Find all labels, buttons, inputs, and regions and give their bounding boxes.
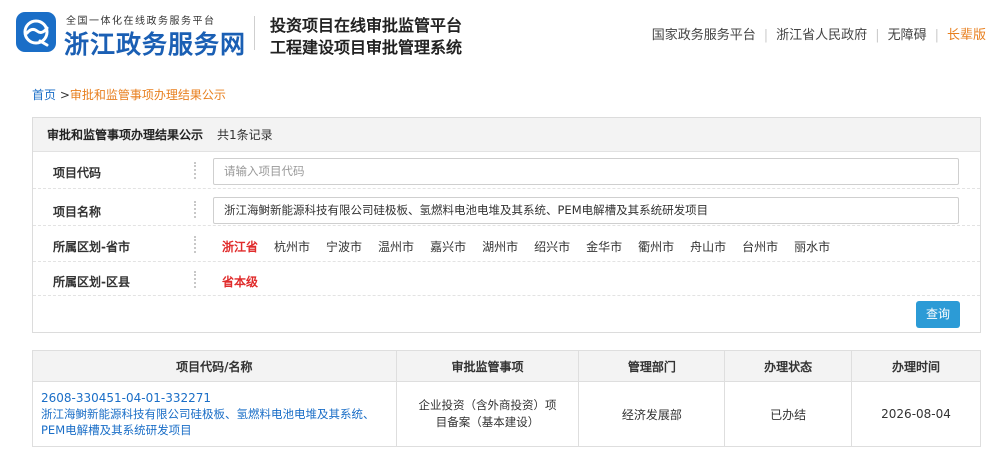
city-option-taizhou[interactable]: 台州市 xyxy=(742,240,778,254)
link-accessibility[interactable]: 无障碍 xyxy=(888,28,927,43)
header-project-code-name: 项目代码/名称 xyxy=(32,350,397,382)
county-option-provincial[interactable]: 省本级 xyxy=(222,273,258,290)
row-divider xyxy=(194,271,196,288)
status-cell: 已办结 xyxy=(724,381,853,447)
header-divider xyxy=(254,16,255,50)
city-option-jiaxing[interactable]: 嘉兴市 xyxy=(430,240,466,254)
record-count: 共1条记录 xyxy=(217,128,273,142)
site-header: 全国一体化在线政务服务平台 浙江政务服务网 投资项目在线审批监管平台 工程建设项… xyxy=(0,0,1000,68)
project-code-input[interactable]: 请输入项目代码 xyxy=(213,158,959,185)
results-table: 项目代码/名称 审批监管事项 管理部门 办理状态 办理时间 2608-33045… xyxy=(32,350,981,447)
logo-icon[interactable] xyxy=(16,12,56,52)
link-separator: | xyxy=(763,28,769,43)
breadcrumb-home[interactable]: 首页 xyxy=(32,88,56,102)
link-separator: | xyxy=(934,28,939,43)
link-national-platform[interactable]: 国家政务服务平台 xyxy=(652,28,756,43)
project-name-link[interactable]: 浙江海鲥新能源科技有限公司硅极板、氢燃料电池电堆及其系统、PEM电解槽及其系统研… xyxy=(41,406,388,438)
city-option-quzhou[interactable]: 衢州市 xyxy=(638,240,674,254)
row-divider xyxy=(194,201,196,218)
city-option-lishui[interactable]: 丽水市 xyxy=(794,240,830,254)
header-status: 办理状态 xyxy=(724,350,853,382)
city-option-jinhua[interactable]: 金华市 xyxy=(586,240,622,254)
city-option-zhejiang[interactable]: 浙江省 xyxy=(222,240,258,254)
project-code-link[interactable]: 2608-330451-04-01-332271 xyxy=(41,390,388,406)
row-project-name: 项目名称 浙江海鲥新能源科技有限公司硅极板、氢燃料电池电堆及其系统、PEM电解槽… xyxy=(33,189,980,226)
region-county-label: 所属区划-区县 xyxy=(53,275,130,289)
region-city-label: 所属区划-省市 xyxy=(53,240,130,254)
header-approval-matter: 审批监管事项 xyxy=(395,350,580,382)
row-divider xyxy=(194,162,196,179)
top-links: 国家政务服务平台 | 浙江省人民政府 | 无障碍 | 长辈版 xyxy=(652,24,986,43)
row-project-code: 项目代码 请输入项目代码 xyxy=(33,152,980,189)
city-option-zhoushan[interactable]: 舟山市 xyxy=(690,240,726,254)
row-region-city: 所属区划-省市 浙江省 杭州市 宁波市 温州市 嘉兴市 湖州市 绍兴市 金华市 衢州市 舟山市 台州… xyxy=(33,226,980,262)
search-panel: 审批和监管事项办理结果公示 共1条记录 项目代码 请输入项目代码 项目名称 浙江海… xyxy=(32,117,981,333)
system-title-line1: 投资项目在线审批监管平台 xyxy=(270,16,463,35)
panel-title: 审批和监管事项办理结果公示 xyxy=(47,128,204,142)
breadcrumb: 首页 >审批和监管事项办理结果公示 xyxy=(32,86,226,103)
link-elder-version[interactable]: 长辈版 xyxy=(947,28,986,43)
system-title-line2: 工程建设项目审批管理系统 xyxy=(270,38,463,57)
link-separator: | xyxy=(875,28,880,43)
logo-title[interactable]: 浙江政务服务网 xyxy=(64,25,246,61)
panel-header: 审批和监管事项办理结果公示 共1条记录 xyxy=(33,118,980,152)
city-option-wenzhou[interactable]: 温州市 xyxy=(378,240,414,254)
department-cell: 经济发展部 xyxy=(578,381,726,447)
table-row: 2608-330451-04-01-332271 浙江海鲥新能源科技有限公司硅极… xyxy=(32,381,981,447)
row-region-county: 所属区划-区县 省本级 xyxy=(33,262,980,296)
breadcrumb-separator: > xyxy=(59,88,70,102)
approval-matter-cell: 企业投资（含外商投资）项目备案（基本建设） xyxy=(395,381,580,447)
header-department: 管理部门 xyxy=(578,350,726,382)
project-name-input[interactable]: 浙江海鲥新能源科技有限公司硅极板、氢燃料电池电堆及其系统、PEM电解槽及其系统研… xyxy=(213,197,959,224)
project-name-label: 项目名称 xyxy=(53,205,102,219)
query-button[interactable]: 查询 xyxy=(916,301,960,328)
date-cell: 2026-08-04 xyxy=(851,381,981,447)
row-divider xyxy=(194,236,196,253)
city-option-hangzhou[interactable]: 杭州市 xyxy=(274,240,310,254)
header-handle-time: 办理时间 xyxy=(851,350,981,382)
project-code-label: 项目代码 xyxy=(53,166,102,180)
table-header-row: 项目代码/名称 审批监管事项 管理部门 办理状态 办理时间 xyxy=(32,350,981,382)
city-option-shaoxing[interactable]: 绍兴市 xyxy=(534,240,570,254)
project-cell[interactable]: 2608-330451-04-01-332271 浙江海鲥新能源科技有限公司硅极… xyxy=(32,381,397,447)
city-option-ningbo[interactable]: 宁波市 xyxy=(326,240,362,254)
link-provincial-government[interactable]: 浙江省人民政府 xyxy=(776,28,867,43)
city-option-huzhou[interactable]: 湖州市 xyxy=(482,240,518,254)
city-options: 浙江省 杭州市 宁波市 温州市 嘉兴市 湖州市 绍兴市 金华市 衢州市 舟山市 台州市 丽水市 xyxy=(222,238,846,255)
breadcrumb-current: 审批和监管事项办理结果公示 xyxy=(69,88,226,102)
